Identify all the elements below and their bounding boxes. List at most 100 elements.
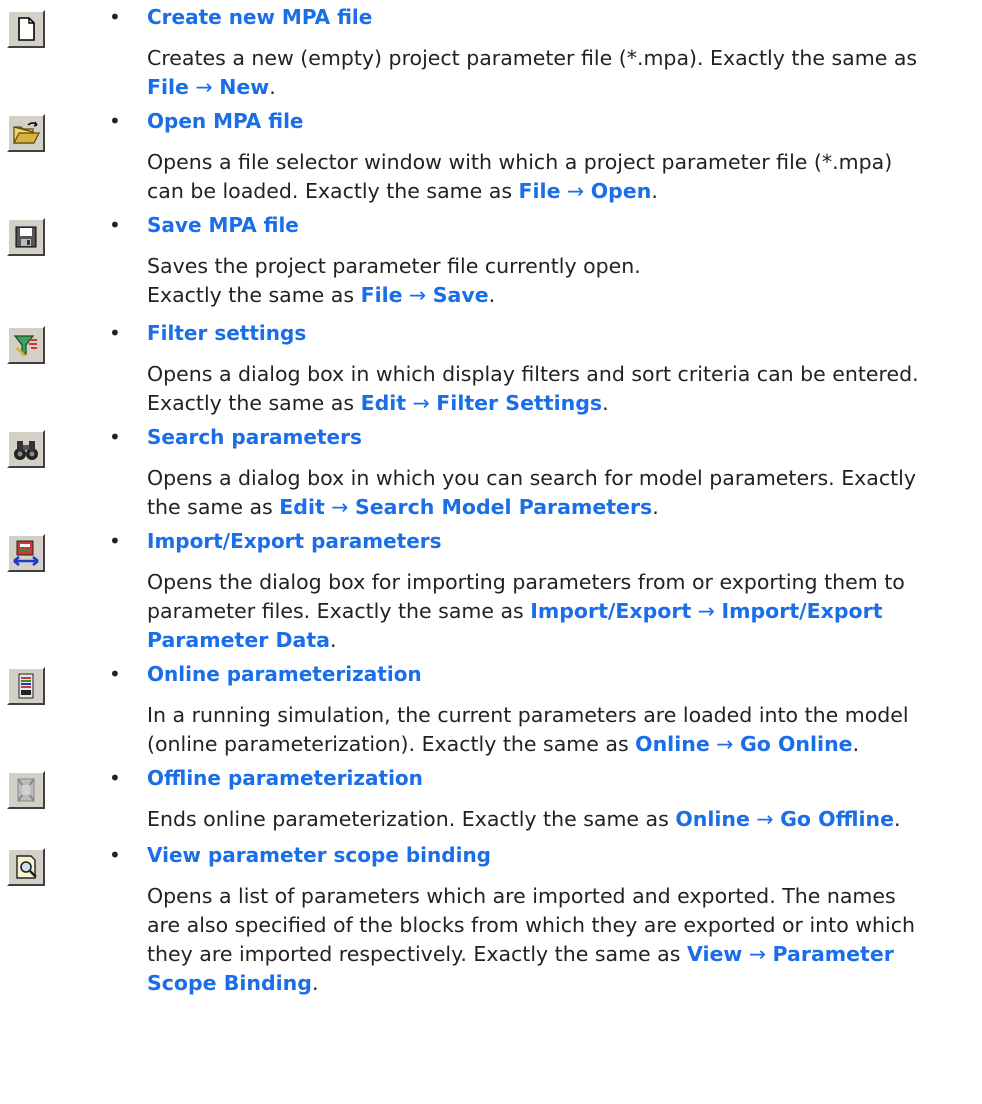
- text-run: (online parameterization). Exactly the s…: [147, 732, 636, 756]
- description-line: they are imported respectively. Exactly …: [147, 940, 977, 969]
- menu-command: File: [518, 179, 561, 203]
- menu-arrow: →: [188, 75, 220, 99]
- menu-command: Parameter Data: [147, 628, 330, 652]
- entry-description: In a running simulation, the current par…: [147, 701, 977, 759]
- menu-arrow: →: [402, 283, 433, 307]
- text-run: Ends online parameterization. Exactly th…: [147, 807, 676, 831]
- bullet: •: [109, 529, 121, 553]
- entry-description: Opens a list of parameters which are imp…: [147, 882, 977, 998]
- menu-command: Edit: [360, 391, 407, 415]
- menu-command: Open: [590, 179, 652, 203]
- filter-funnel-icon: [7, 326, 45, 364]
- text-run: Exactly the same as: [147, 283, 361, 307]
- menu-arrow: →: [691, 599, 722, 623]
- entry-description: Ends online parameterization. Exactly th…: [147, 805, 977, 834]
- text-run: .: [488, 283, 496, 307]
- menu-command: View: [686, 942, 743, 966]
- text-run: are also specified of the blocks from wh…: [147, 913, 915, 937]
- menu-command: Parameter: [772, 942, 894, 966]
- menu-arrow: →: [742, 942, 773, 966]
- description-line: Creates a new (empty) project parameter …: [147, 44, 977, 73]
- description-line: are also specified of the blocks from wh…: [147, 911, 977, 940]
- entry-title: Create new MPA file: [147, 5, 373, 29]
- bullet: •: [109, 109, 121, 133]
- text-run: they are imported respectively. Exactly …: [147, 942, 687, 966]
- menu-command: Save: [432, 283, 489, 307]
- description-line: Ends online parameterization. Exactly th…: [147, 805, 977, 834]
- import-export-icon: [7, 534, 45, 572]
- text-run: Opens a file selector window with which …: [147, 150, 893, 174]
- menu-command: File: [147, 75, 189, 99]
- menu-arrow: →: [406, 391, 437, 415]
- description-line: Opens a file selector window with which …: [147, 148, 977, 177]
- entry-title: Save MPA file: [147, 213, 299, 237]
- entry-title: Filter settings: [147, 321, 307, 345]
- bullet: •: [109, 662, 121, 686]
- menu-command: Online: [675, 807, 750, 831]
- description-line: File → New.: [147, 73, 977, 102]
- entry-description: Opens a file selector window with which …: [147, 148, 977, 206]
- menu-command: Go Offline: [780, 807, 894, 831]
- text-run: .: [602, 391, 609, 415]
- text-run: .: [269, 75, 276, 99]
- description-line: the same as Edit → Search Model Paramete…: [147, 493, 977, 522]
- description-line: Opens a dialog box in which you can sear…: [147, 464, 977, 493]
- entry-title: Online parameterization: [147, 662, 422, 686]
- description-line: Scope Binding.: [147, 969, 977, 998]
- text-run: Saves the project parameter file current…: [147, 254, 641, 278]
- save-disk-icon: [7, 218, 45, 256]
- text-run: .: [852, 732, 860, 756]
- description-line: Opens a dialog box in which display filt…: [147, 360, 977, 389]
- text-run: Exactly the same as: [147, 391, 361, 415]
- menu-arrow: →: [560, 179, 591, 203]
- text-run: In a running simulation, the current par…: [147, 703, 909, 727]
- entry-description: Opens a dialog box in which display filt…: [147, 360, 977, 418]
- offline-device-icon: [7, 771, 45, 809]
- menu-command: Go Online: [739, 732, 853, 756]
- scope-binding-icon: [7, 848, 45, 886]
- open-folder-icon: [7, 114, 45, 152]
- description-line: Exactly the same as File → Save.: [147, 281, 977, 310]
- text-run: .: [651, 179, 658, 203]
- new-file-icon: [7, 10, 45, 48]
- binoculars-icon: [7, 430, 45, 468]
- description-line: parameter files. Exactly the same as Imp…: [147, 597, 977, 626]
- text-run: Opens the dialog box for importing param…: [147, 570, 905, 594]
- description-line: In a running simulation, the current par…: [147, 701, 977, 730]
- menu-arrow: →: [749, 807, 781, 831]
- text-run: Opens a dialog box in which display filt…: [147, 362, 919, 386]
- entry-title: Import/Export parameters: [147, 529, 442, 553]
- text-run: can be loaded. Exactly the same as: [147, 179, 519, 203]
- menu-command: Online: [635, 732, 710, 756]
- text-run: parameter files. Exactly the same as: [147, 599, 531, 623]
- entry-title: View parameter scope binding: [147, 843, 491, 867]
- bullet: •: [109, 766, 121, 790]
- entry-title: Open MPA file: [147, 109, 304, 133]
- bullet: •: [109, 213, 121, 237]
- text-run: .: [329, 628, 337, 652]
- description-line: Opens a list of parameters which are imp…: [147, 882, 977, 911]
- menu-command: Search Model Parameters: [355, 495, 653, 519]
- description-line: Opens the dialog box for importing param…: [147, 568, 977, 597]
- entry-title: Search parameters: [147, 425, 362, 449]
- entry-description: Opens the dialog box for importing param…: [147, 568, 977, 655]
- text-run: Opens a dialog box in which you can sear…: [147, 466, 916, 490]
- menu-command: New: [219, 75, 270, 99]
- description-line: Saves the project parameter file current…: [147, 252, 977, 281]
- description-line: Exactly the same as Edit → Filter Settin…: [147, 389, 977, 418]
- menu-command: Edit: [279, 495, 325, 519]
- text-run: .: [311, 971, 319, 995]
- bullet: •: [109, 321, 121, 345]
- menu-command: Import/Export: [721, 599, 883, 623]
- menu-arrow: →: [709, 732, 740, 756]
- text-run: .: [652, 495, 659, 519]
- menu-command: File: [360, 283, 403, 307]
- online-device-icon: [7, 667, 45, 705]
- bullet: •: [109, 843, 121, 867]
- text-run: .: [894, 807, 901, 831]
- menu-command: Filter Settings: [436, 391, 603, 415]
- bullet: •: [109, 425, 121, 449]
- entry-description: Opens a dialog box in which you can sear…: [147, 464, 977, 522]
- menu-command: Scope Binding: [147, 971, 312, 995]
- description-line: can be loaded. Exactly the same as File …: [147, 177, 977, 206]
